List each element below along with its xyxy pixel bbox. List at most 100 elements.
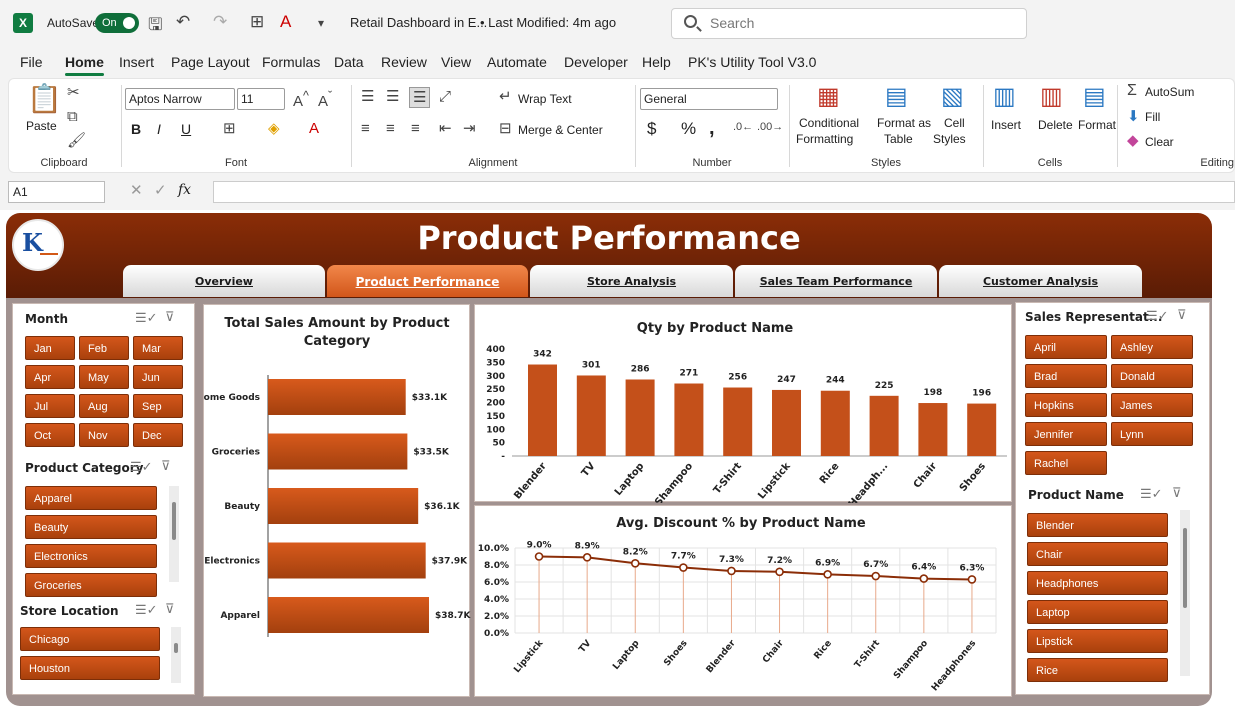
font-color-icon[interactable]: A xyxy=(309,121,319,136)
rep-james-button[interactable]: James xyxy=(1111,393,1193,417)
conditional-formatting-icon[interactable]: ▦ xyxy=(817,85,840,109)
document-title[interactable]: Retail Dashboard in E... xyxy=(350,15,487,30)
product-scrollbar[interactable] xyxy=(1180,510,1190,676)
cell-styles-button-line2[interactable]: Styles xyxy=(933,132,966,146)
category-apparel-button[interactable]: Apparel xyxy=(25,486,157,510)
delete-cells-button[interactable]: Delete xyxy=(1038,118,1073,132)
font-size-combo[interactable]: 11 xyxy=(237,88,285,110)
menu-formulas[interactable]: Formulas xyxy=(262,54,320,70)
rep-brad-button[interactable]: Brad xyxy=(1025,364,1107,388)
autosum-button[interactable]: AutoSum xyxy=(1145,85,1194,99)
paste-icon[interactable]: 📋 xyxy=(27,85,62,113)
format-as-table-button[interactable]: Format as xyxy=(877,116,931,130)
menu-page-layout[interactable]: Page Layout xyxy=(171,54,250,70)
store-chicago-button[interactable]: Chicago xyxy=(20,627,160,651)
category-groceries-button[interactable]: Groceries xyxy=(25,573,157,597)
month-dec-button[interactable]: Dec xyxy=(133,423,183,447)
cell-styles-button[interactable]: Cell xyxy=(944,116,965,130)
font-color-icon[interactable]: A xyxy=(280,12,291,32)
rep-hopkins-button[interactable]: Hopkins xyxy=(1025,393,1107,417)
month-feb-button[interactable]: Feb xyxy=(79,336,129,360)
multi-select-icon[interactable]: ☰✓ xyxy=(130,459,153,475)
format-cells-icon[interactable]: ▤ xyxy=(1083,85,1106,109)
tab-sales-team-performance[interactable]: Sales Team Performance xyxy=(735,265,937,297)
clear-icon[interactable]: ◆ xyxy=(1127,133,1139,148)
fill-color-icon[interactable]: ◈ xyxy=(268,121,280,136)
product-blender-button[interactable]: Blender xyxy=(1027,513,1168,537)
clear-button[interactable]: Clear xyxy=(1145,135,1174,149)
paste-button[interactable]: Paste xyxy=(26,119,57,133)
product-laptop-button[interactable]: Laptop xyxy=(1027,600,1168,624)
cut-icon[interactable]: ✂ xyxy=(67,85,80,100)
formula-input[interactable] xyxy=(213,181,1235,203)
tab-customer-analysis[interactable]: Customer Analysis xyxy=(939,265,1142,297)
autosave-toggle[interactable]: On xyxy=(95,13,139,33)
clear-filter-icon[interactable]: ⊽ xyxy=(165,309,175,325)
bold-button[interactable]: B xyxy=(131,121,141,137)
increase-decimal-icon[interactable]: .0← xyxy=(733,122,753,133)
month-may-button[interactable]: May xyxy=(79,365,129,389)
redo-icon[interactable]: ↷ xyxy=(213,12,227,32)
format-painter-icon[interactable]: 🖌 xyxy=(67,133,86,148)
rep-ashley-button[interactable]: Ashley xyxy=(1111,335,1193,359)
name-box[interactable]: A1 xyxy=(8,181,105,203)
clear-filter-icon[interactable]: ⊽ xyxy=(161,458,171,474)
copy-icon[interactable]: ⧉ xyxy=(67,109,78,124)
increase-indent-icon[interactable]: ⇥ xyxy=(463,121,476,136)
menu-data[interactable]: Data xyxy=(334,54,364,70)
rep-april-button[interactable]: April xyxy=(1025,335,1107,359)
insert-function-icon[interactable]: fx xyxy=(178,182,191,198)
wrap-text-icon[interactable]: ↵ xyxy=(499,89,512,104)
clear-filter-icon[interactable]: ⊽ xyxy=(1172,485,1182,501)
cancel-icon[interactable]: ✕ xyxy=(130,183,143,198)
month-sep-button[interactable]: Sep xyxy=(133,394,183,418)
decrease-indent-icon[interactable]: ⇤ xyxy=(439,121,452,136)
cell-styles-icon[interactable]: ▧ xyxy=(941,85,964,109)
rep-lynn-button[interactable]: Lynn xyxy=(1111,422,1193,446)
category-electronics-button[interactable]: Electronics xyxy=(25,544,157,568)
menu-home[interactable]: Home xyxy=(65,54,104,76)
menu-review[interactable]: Review xyxy=(381,54,427,70)
month-apr-button[interactable]: Apr xyxy=(25,365,75,389)
month-jun-button[interactable]: Jun xyxy=(133,365,183,389)
tab-overview[interactable]: Overview xyxy=(123,265,325,297)
percent-button[interactable]: % xyxy=(681,119,696,139)
month-mar-button[interactable]: Mar xyxy=(133,336,183,360)
multi-select-icon[interactable]: ☰✓ xyxy=(1146,308,1169,324)
merge-center-icon[interactable]: ⊟ xyxy=(499,121,512,136)
undo-icon[interactable]: ↶ xyxy=(176,12,190,32)
format-cells-button[interactable]: Format xyxy=(1078,118,1116,132)
product-headphones-button[interactable]: Headphones xyxy=(1027,571,1168,595)
increase-font-icon[interactable]: A^ xyxy=(293,90,309,109)
decrease-decimal-icon[interactable]: .00→ xyxy=(757,122,783,133)
multi-select-icon[interactable]: ☰✓ xyxy=(1140,486,1163,502)
clear-filter-icon[interactable]: ⊽ xyxy=(165,601,175,617)
store-scrollbar[interactable] xyxy=(171,627,181,683)
align-top-icon[interactable]: ☰ xyxy=(361,89,374,104)
search-box[interactable]: Search xyxy=(671,8,1027,39)
format-as-table-button-line2[interactable]: Table xyxy=(884,132,913,146)
menu-insert[interactable]: Insert xyxy=(119,54,154,70)
italic-button[interactable]: I xyxy=(157,121,161,137)
conditional-formatting-button-line2[interactable]: Formatting xyxy=(796,132,853,146)
currency-button[interactable]: $ xyxy=(647,119,656,139)
multi-select-icon[interactable]: ☰✓ xyxy=(135,602,158,618)
month-aug-button[interactable]: Aug xyxy=(79,394,129,418)
comma-button[interactable]: , xyxy=(709,117,715,140)
align-left-icon[interactable]: ≡ xyxy=(361,121,370,136)
month-nov-button[interactable]: Nov xyxy=(79,423,129,447)
enter-icon[interactable]: ✓ xyxy=(154,183,167,198)
font-name-combo[interactable]: Aptos Narrow xyxy=(125,88,235,110)
align-middle-icon[interactable]: ☰ xyxy=(386,89,399,104)
menu-help[interactable]: Help xyxy=(642,54,671,70)
product-lipstick-button[interactable]: Lipstick xyxy=(1027,629,1168,653)
menu-developer[interactable]: Developer xyxy=(564,54,628,70)
month-oct-button[interactable]: Oct xyxy=(25,423,75,447)
month-jan-button[interactable]: Jan xyxy=(25,336,75,360)
fill-icon[interactable]: ⬇ xyxy=(1127,109,1140,124)
rep-rachel-button[interactable]: Rachel xyxy=(1025,451,1107,475)
align-right-icon[interactable]: ≡ xyxy=(411,121,420,136)
delete-cells-icon[interactable]: ▥ xyxy=(1040,85,1063,109)
orientation-icon[interactable]: ⤢ xyxy=(439,89,451,104)
customize-qat-icon[interactable]: ▾ xyxy=(318,16,324,30)
